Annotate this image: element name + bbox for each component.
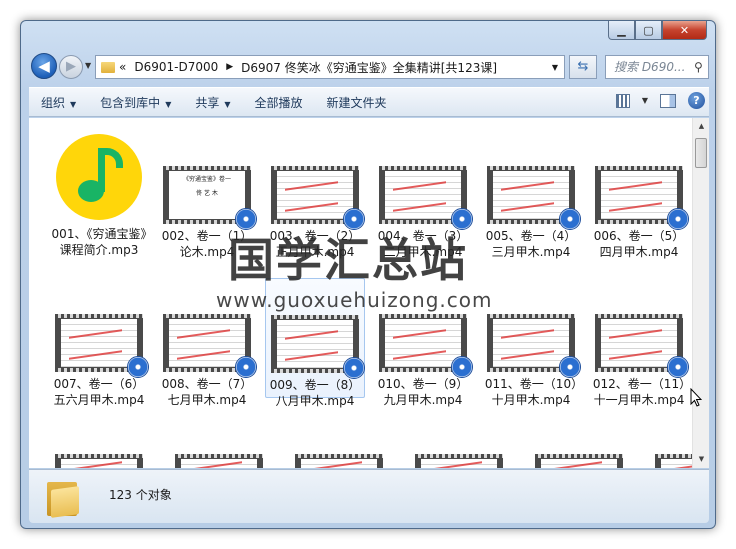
- file-name: 007、卷一（6）五六月甲木.mp4: [53, 377, 145, 407]
- close-button[interactable]: ✕: [662, 21, 707, 40]
- video-file-item[interactable]: 012、卷一（11）十一月甲木.mp4: [589, 278, 689, 407]
- partial-file-row: [49, 454, 709, 468]
- vertical-scrollbar[interactable]: ▲ ▼: [692, 118, 709, 468]
- file-name: 011、卷一（10）十月甲木.mp4: [484, 377, 578, 407]
- preview-pane-icon[interactable]: [660, 93, 676, 108]
- thumbnail-title: 《穷通宝鉴》卷一: [182, 176, 231, 183]
- chevron-down-icon: ▼: [70, 99, 77, 109]
- breadcrumb-overflow[interactable]: «: [119, 60, 126, 74]
- maximize-button[interactable]: ▢: [635, 21, 662, 40]
- video-file-item[interactable]: 007、卷一（6）五六月甲木.mp4: [49, 278, 149, 407]
- chevron-down-icon: ▼: [224, 99, 231, 109]
- video-thumbnail: [595, 314, 689, 378]
- folder-icon: [101, 61, 115, 73]
- media-player-icon: [451, 356, 473, 378]
- watermark-url: www.guoxuehuizong.com: [216, 288, 493, 312]
- media-player-icon: [235, 356, 257, 378]
- media-player-icon: [559, 208, 581, 230]
- file-name: 012、卷一（11）十一月甲木.mp4: [592, 377, 686, 407]
- video-file-item[interactable]: 006、卷一（5）四月甲木.mp4: [589, 130, 689, 259]
- video-file-item[interactable]: 005、卷一（4）三月甲木.mp4: [481, 130, 581, 259]
- video-file-item[interactable]: 011、卷一（10）十月甲木.mp4: [481, 278, 581, 407]
- video-thumbnail[interactable]: [175, 454, 263, 468]
- search-icon[interactable]: ⚲: [694, 60, 703, 74]
- view-options-dropdown-icon[interactable]: ▼: [642, 96, 648, 105]
- video-thumbnail: [271, 166, 365, 230]
- address-dropdown-icon[interactable]: ▼: [552, 63, 558, 72]
- breadcrumb-separator-icon[interactable]: ▶: [226, 62, 233, 72]
- back-button[interactable]: ◀: [31, 53, 57, 79]
- video-thumbnail[interactable]: [415, 454, 503, 468]
- media-player-icon: [667, 356, 689, 378]
- item-count: 123 个对象: [109, 488, 172, 502]
- qq-music-icon: [56, 134, 142, 220]
- play-all-button[interactable]: 全部播放: [243, 94, 315, 111]
- video-thumbnail: [55, 314, 149, 378]
- video-thumbnail: [163, 314, 257, 378]
- breadcrumb-parent[interactable]: D6901-D7000: [134, 60, 218, 74]
- audio-file-item[interactable]: 001、《穷通宝鉴》课程简介.mp3: [49, 130, 149, 257]
- navigation-bar: ◀ ▶ ▼ « D6901-D7000 ▶ D6907 佟笑冰《穷通宝鉴》全集精…: [29, 53, 709, 81]
- thumbnail-subtitle: 佟 艺 木: [196, 190, 218, 197]
- history-dropdown-icon[interactable]: ▼: [85, 61, 91, 70]
- media-player-icon: [667, 208, 689, 230]
- new-folder-button[interactable]: 新建文件夹: [315, 94, 399, 111]
- video-thumbnail: [379, 314, 473, 378]
- command-bar: 组织 ▼ 包含到库中 ▼ 共享 ▼ 全部播放 新建文件夹 ▼ ?: [29, 87, 709, 117]
- window-controls: ▁ ▢ ✕: [608, 21, 707, 40]
- forward-button[interactable]: ▶: [59, 55, 83, 79]
- mouse-cursor-icon: [690, 388, 702, 407]
- details-pane: 123 个对象: [29, 469, 709, 523]
- help-icon[interactable]: ?: [688, 92, 705, 109]
- video-thumbnail: [595, 166, 689, 230]
- minimize-button[interactable]: ▁: [608, 21, 635, 40]
- file-name: 008、卷一（7）七月甲木.mp4: [161, 377, 253, 407]
- media-player-icon: [559, 356, 581, 378]
- scroll-down-icon[interactable]: ▼: [693, 451, 709, 468]
- watermark-text: 国学汇总站: [228, 233, 468, 287]
- video-thumbnail[interactable]: [535, 454, 623, 468]
- change-view-icon[interactable]: [615, 93, 630, 108]
- video-thumbnail: [379, 166, 473, 230]
- include-in-library-menu[interactable]: 包含到库中 ▼: [88, 94, 183, 111]
- media-player-icon: [127, 356, 149, 378]
- video-thumbnail: [271, 315, 365, 379]
- file-name: 010、卷一（9）九月甲木.mp4: [377, 377, 469, 407]
- scrollbar-thumb[interactable]: [695, 138, 707, 168]
- video-thumbnail: 《穷通宝鉴》卷一佟 艺 木: [163, 166, 257, 230]
- video-thumbnail[interactable]: [295, 454, 383, 468]
- breadcrumb-current[interactable]: D6907 佟笑冰《穷通宝鉴》全集精讲[共123课]: [241, 59, 497, 76]
- refresh-button[interactable]: ⇆: [569, 55, 597, 79]
- media-player-icon: [343, 357, 365, 379]
- chevron-down-icon: ▼: [165, 99, 172, 109]
- folder-icon: [47, 480, 79, 518]
- video-thumbnail: [487, 314, 581, 378]
- file-name: 009、卷一（8）八月甲木.mp4: [269, 378, 361, 408]
- share-menu[interactable]: 共享 ▼: [183, 94, 242, 111]
- search-box[interactable]: ⚲: [605, 55, 709, 79]
- file-name: 005、卷一（4）三月甲木.mp4: [485, 229, 577, 259]
- file-name: 001、《穷通宝鉴》课程简介.mp3: [51, 227, 147, 257]
- address-bar[interactable]: « D6901-D7000 ▶ D6907 佟笑冰《穷通宝鉴》全集精讲[共123…: [95, 55, 565, 79]
- video-thumbnail[interactable]: [55, 454, 143, 468]
- organize-menu[interactable]: 组织 ▼: [29, 94, 88, 111]
- scroll-up-icon[interactable]: ▲: [693, 118, 709, 135]
- video-thumbnail: [487, 166, 581, 230]
- file-name: 006、卷一（5）四月甲木.mp4: [593, 229, 685, 259]
- search-input[interactable]: [614, 60, 694, 74]
